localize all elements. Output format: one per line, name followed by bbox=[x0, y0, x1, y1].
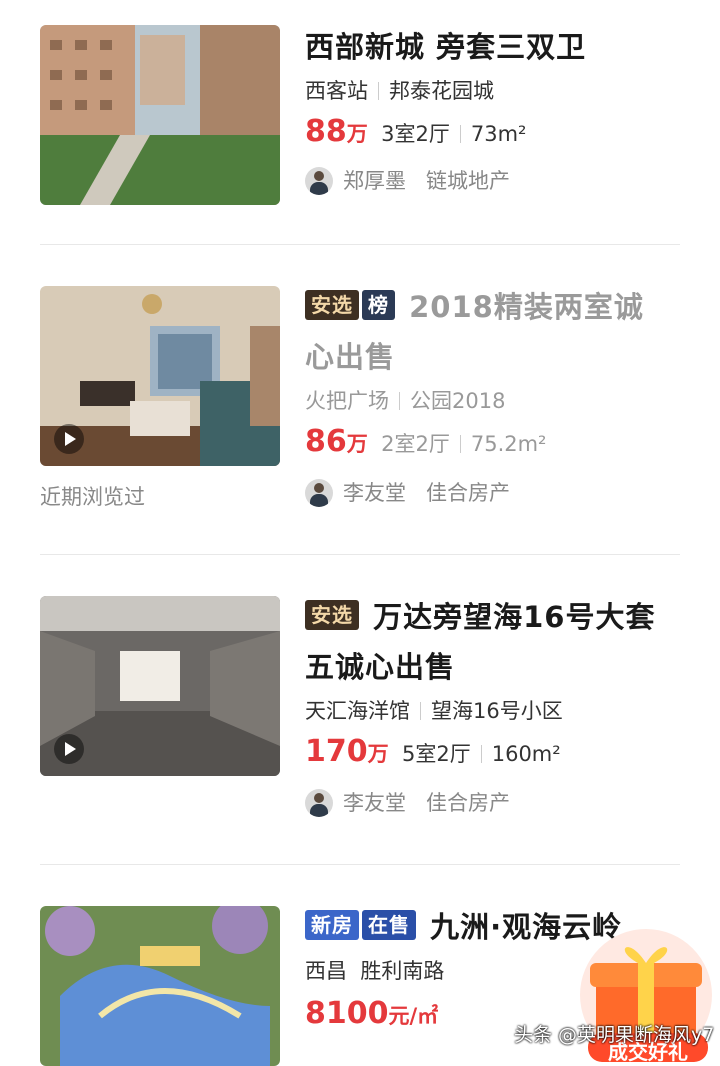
divider bbox=[459, 435, 461, 453]
listing-photo[interactable] bbox=[40, 286, 280, 466]
listing-layout: 2室2厅 bbox=[381, 432, 450, 456]
divider bbox=[40, 864, 680, 865]
agent-name: 郑厚墨 bbox=[343, 169, 406, 193]
agent-name: 李友堂 bbox=[343, 791, 406, 815]
divider bbox=[480, 745, 482, 763]
divider bbox=[40, 554, 680, 555]
listing-size: 75.2m² bbox=[470, 432, 547, 456]
listing-size: 73m² bbox=[470, 122, 527, 146]
agent-avatar[interactable] bbox=[305, 167, 333, 195]
play-video-icon[interactable] bbox=[54, 424, 84, 454]
tag-anxuan: 安选 bbox=[305, 290, 359, 320]
listing-photo[interactable] bbox=[40, 25, 280, 205]
listing-area: 天汇海洋馆 bbox=[305, 699, 410, 723]
listing-price: 88万 bbox=[305, 114, 368, 149]
tag-new-house: 新房 bbox=[305, 910, 359, 940]
listing-photo[interactable] bbox=[40, 596, 280, 776]
agency-name: 佳合房产 bbox=[426, 481, 511, 505]
tag-ranking: 榜 bbox=[362, 290, 395, 320]
divider bbox=[399, 392, 400, 410]
agent-avatar[interactable] bbox=[305, 479, 333, 507]
listing-title[interactable]: 西部新城 旁套三双卫 bbox=[305, 22, 685, 72]
listing-community: 胜利南路 bbox=[360, 959, 445, 983]
listing-community: 邦泰花园城 bbox=[389, 79, 494, 103]
listing-price: 86万 bbox=[305, 424, 368, 459]
listing-card[interactable]: 西部新城 旁套三双卫 西客站 邦泰花园城 88万 3室2厅 73m² 郑厚墨 链城地… bbox=[40, 25, 680, 245]
tag-on-sale: 在售 bbox=[362, 910, 416, 940]
divider bbox=[40, 244, 680, 245]
listing-community: 公园2018 bbox=[410, 389, 506, 413]
listing-price: 8100元/㎡ bbox=[305, 996, 439, 1031]
play-video-icon[interactable] bbox=[54, 734, 84, 764]
listing-title[interactable]: 安选 万达旁望海16号大套 五诚心出售 bbox=[305, 592, 685, 692]
listing-area: 西昌 bbox=[305, 959, 347, 983]
source-watermark: 头条 @英明果断海风y7 bbox=[514, 1024, 715, 1046]
listing-layout: 3室2厅 bbox=[381, 122, 450, 146]
listing-area: 西客站 bbox=[305, 79, 368, 103]
listing-photo[interactable] bbox=[40, 906, 280, 1066]
listing-community: 望海16号小区 bbox=[431, 699, 563, 723]
listing-title[interactable]: 安选榜 2018精装两室诚 心出售 bbox=[305, 282, 685, 382]
agency-name: 佳合房产 bbox=[426, 791, 511, 815]
recently-viewed-note: 近期浏览过 bbox=[40, 485, 145, 509]
divider bbox=[420, 702, 421, 720]
agent-avatar[interactable] bbox=[305, 789, 333, 817]
listing-area: 火把广场 bbox=[305, 389, 389, 413]
listing-price: 170万 bbox=[305, 734, 389, 769]
agency-name: 链城地产 bbox=[426, 169, 511, 193]
divider bbox=[459, 125, 461, 143]
tag-anxuan: 安选 bbox=[305, 600, 359, 630]
listing-card[interactable]: 安选 万达旁望海16号大套 五诚心出售 天汇海洋馆 望海16号小区 170万 5室2… bbox=[40, 596, 680, 866]
agent-name: 李友堂 bbox=[343, 481, 406, 505]
listing-size: 160m² bbox=[491, 742, 561, 766]
divider bbox=[378, 82, 379, 100]
listing-card[interactable]: 近期浏览过 安选榜 2018精装两室诚 心出售 火把广场 公园2018 86万 2室… bbox=[40, 286, 680, 556]
listing-layout: 5室2厅 bbox=[401, 742, 471, 766]
